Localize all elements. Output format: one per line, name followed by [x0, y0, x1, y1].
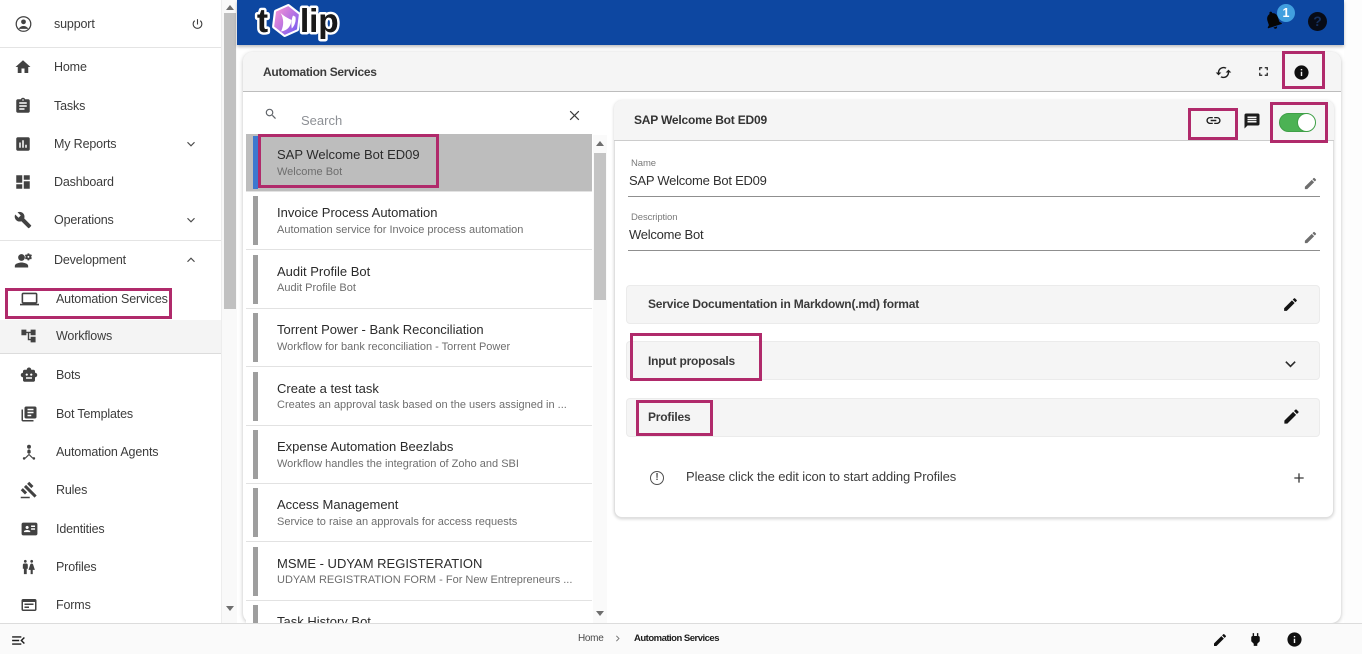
svg-text:t: t [257, 2, 268, 39]
svg-text:lip: lip [300, 2, 339, 39]
